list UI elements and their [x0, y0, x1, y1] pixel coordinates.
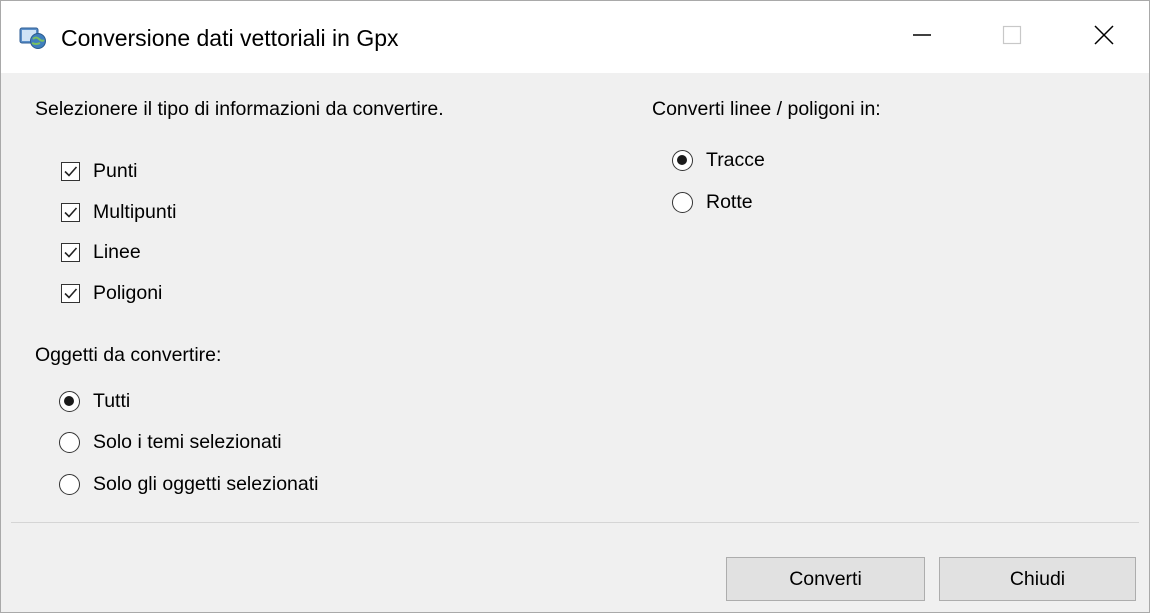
- checkbox-box[interactable]: [61, 161, 80, 181]
- convert-heading: Converti linee / poligoni in:: [652, 98, 881, 120]
- radio-rotte[interactable]: Rotte: [672, 190, 753, 214]
- types-heading: Selezionere il tipo di informazioni da c…: [35, 98, 444, 120]
- close-icon: [1093, 24, 1115, 51]
- radio-label: Rotte: [706, 191, 753, 213]
- maximize-icon: [1002, 25, 1022, 50]
- objects-heading: Oggetti da convertire:: [35, 344, 222, 366]
- radio-label: Solo i temi selezionati: [93, 431, 282, 453]
- checkbox-box[interactable]: [61, 242, 80, 262]
- checkbox-box[interactable]: [61, 202, 80, 222]
- checkbox-poligoni[interactable]: Poligoni: [61, 281, 162, 305]
- minimize-button[interactable]: [877, 1, 967, 73]
- checkbox-multipunti[interactable]: Multipunti: [61, 200, 176, 224]
- radio-tracce[interactable]: Tracce: [672, 148, 765, 172]
- close-button[interactable]: Chiudi: [939, 557, 1136, 601]
- dialog-window: Conversione dati vettoriali in Gpx Selez…: [0, 0, 1150, 613]
- maximize-button[interactable]: [967, 1, 1057, 73]
- checkbox-punti[interactable]: Punti: [61, 159, 137, 183]
- radio-label: Tutti: [93, 390, 131, 412]
- radio-label: Solo gli oggetti selezionati: [93, 473, 319, 495]
- title-bar[interactable]: Conversione dati vettoriali in Gpx: [1, 1, 1149, 73]
- radio-solo-temi[interactable]: Solo i temi selezionati: [59, 430, 282, 454]
- gpx-app-icon: [19, 26, 47, 50]
- radio-button[interactable]: [672, 149, 693, 171]
- radio-button[interactable]: [59, 390, 80, 412]
- close-window-button[interactable]: [1059, 1, 1149, 73]
- checkbox-linee[interactable]: Linee: [61, 240, 141, 264]
- window-title: Conversione dati vettoriali in Gpx: [61, 25, 399, 51]
- checkbox-box[interactable]: [61, 283, 80, 303]
- radio-button[interactable]: [672, 191, 693, 213]
- radio-button[interactable]: [59, 431, 80, 453]
- footer-separator: [11, 522, 1139, 523]
- radio-solo-oggetti[interactable]: Solo gli oggetti selezionati: [59, 472, 318, 496]
- checkbox-label: Linee: [93, 241, 141, 263]
- checkbox-label: Multipunti: [93, 201, 177, 223]
- minimize-icon: [912, 25, 932, 50]
- radio-button[interactable]: [59, 473, 80, 495]
- checkbox-label: Punti: [93, 160, 138, 182]
- checkbox-label: Poligoni: [93, 282, 163, 304]
- convert-button[interactable]: Converti: [726, 557, 925, 601]
- radio-label: Tracce: [706, 149, 765, 171]
- radio-tutti[interactable]: Tutti: [59, 389, 130, 413]
